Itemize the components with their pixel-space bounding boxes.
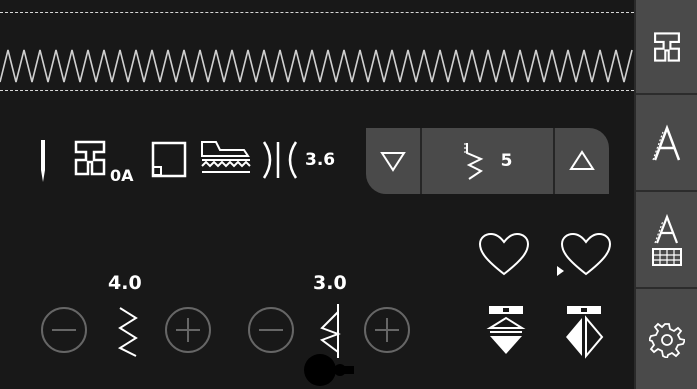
feed-dogs-icon[interactable] [198, 136, 254, 182]
triangle-down-icon [380, 152, 406, 172]
presser-foot-pressure-value: 3.6 [305, 150, 336, 170]
stitch-preview [0, 49, 633, 83]
sidebar-item-keyboard-text[interactable] [636, 194, 697, 289]
sidebar-item-settings[interactable] [636, 291, 697, 389]
stitch-zigzag-icon [463, 143, 483, 180]
length-minus-button[interactable] [247, 306, 295, 354]
stitch-width-icon [117, 307, 138, 357]
presser-foot-pressure-icon[interactable] [258, 138, 304, 182]
mirror-side-to-side-icon[interactable] [562, 304, 606, 360]
main-panel: 0A 3.6 5 4.0 3.0 [0, 0, 634, 389]
needle-icon[interactable] [36, 138, 50, 186]
width-plus-button[interactable] [164, 306, 212, 354]
stitch-plate-icon[interactable] [150, 140, 190, 180]
preview-bottom-border [0, 90, 634, 91]
presser-foot-icon[interactable] [70, 138, 110, 178]
text-icon [651, 123, 680, 160]
keyboard-text-icon [651, 213, 682, 266]
stitch-decrease-button[interactable] [366, 128, 420, 194]
pointer-cursor [304, 354, 354, 386]
presser-foot-icon [653, 31, 680, 62]
triangle-up-icon [569, 150, 595, 170]
favorite-add-heart-icon[interactable] [556, 232, 612, 278]
preview-top-border [0, 12, 634, 13]
stitch-increase-button[interactable] [555, 128, 609, 194]
width-minus-button[interactable] [40, 306, 88, 354]
gear-icon [648, 322, 685, 358]
right-sidebar [634, 0, 697, 389]
stitch-select-stepper: 5 [366, 128, 609, 194]
length-plus-button[interactable] [363, 306, 411, 354]
sidebar-item-presser-foot[interactable] [636, 0, 697, 95]
stitch-length-value: 3.0 [313, 272, 347, 294]
favorite-heart-icon[interactable] [478, 232, 530, 278]
stitch-width-value: 4.0 [108, 272, 142, 294]
needle-stop-up-down-icon[interactable] [486, 304, 526, 360]
stitch-number-value: 5 [500, 151, 513, 171]
stitch-number-display[interactable]: 5 [422, 128, 553, 194]
presser-foot-label: 0A [110, 166, 134, 185]
sidebar-item-text[interactable] [636, 97, 697, 192]
